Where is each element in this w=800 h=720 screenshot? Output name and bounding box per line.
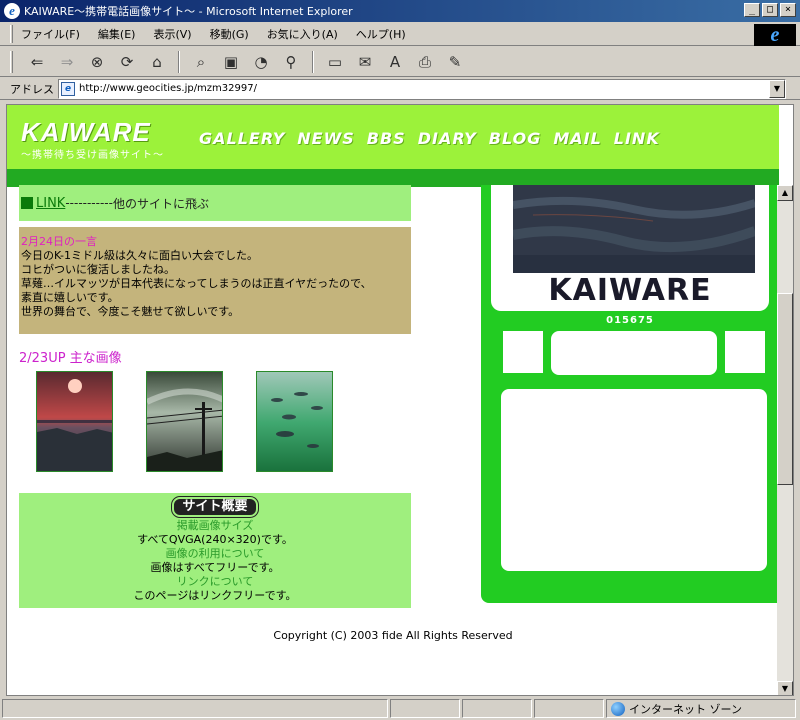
site-logo[interactable]: KAIWARE ～携帯待ち受け画像サイト～ xyxy=(21,117,164,161)
fullscreen-icon[interactable]: ▭ xyxy=(323,50,347,74)
menu-view[interactable]: 表示(V) xyxy=(153,26,191,42)
status-pane xyxy=(534,699,604,718)
about-box: サイト概要 掲載画像サイズ すべてQVGA(240×320)です。 画像の利用に… xyxy=(19,493,411,608)
toolbar-separator xyxy=(178,50,180,73)
scroll-thumb[interactable] xyxy=(777,293,793,485)
about-text: このページはリンクフリーです。 xyxy=(133,589,297,602)
logo-tagline: ～携帯待ち受け画像サイト～ xyxy=(21,150,164,161)
copyright: Copyright (C) 2003 fide All Rights Reser… xyxy=(273,629,513,642)
stop-icon[interactable]: ⊗ xyxy=(85,50,109,74)
featured-photo[interactable] xyxy=(513,185,755,273)
minimize-button[interactable]: _ xyxy=(744,3,760,17)
page-icon: e xyxy=(61,81,75,96)
menu-file[interactable]: ファイル(F) xyxy=(21,26,80,42)
page-viewport: KAIWARE ～携帯待ち受け画像サイト～ GALLERY NEWS BBS D… xyxy=(6,104,794,696)
favorites-icon[interactable]: ▣ xyxy=(219,50,243,74)
link-section: LINK ----------- 他のサイトに飛ぶ xyxy=(19,185,411,221)
sunset-thumbnail[interactable] xyxy=(36,371,113,472)
channels-icon[interactable]: ⚲ xyxy=(279,50,303,74)
about-heading: 画像の利用について xyxy=(165,547,265,560)
gallery-title: 2/23UP 主な画像 xyxy=(19,351,122,366)
window-title: KAIWARE～携帯電話画像サイト～ - Microsoft Internet … xyxy=(24,5,353,18)
address-label: アドレス xyxy=(10,82,54,96)
status-pane xyxy=(462,699,532,718)
zone-pane: インターネット ゾーン xyxy=(606,699,796,718)
font-icon[interactable]: A xyxy=(383,50,407,74)
nav-news[interactable]: NEWS xyxy=(297,129,355,148)
news-title: 2月24日の一言 xyxy=(21,235,97,248)
sidebar-box-left xyxy=(503,331,543,373)
nav-bbs[interactable]: BBS xyxy=(367,129,406,148)
about-heading: 掲載画像サイズ xyxy=(176,519,254,532)
access-counter: 015675 xyxy=(606,315,654,326)
link-description: 他のサイトに飛ぶ xyxy=(112,196,209,211)
globe-icon xyxy=(611,701,625,716)
link-dashes: ----------- xyxy=(65,196,113,210)
nav-mail[interactable]: MAIL xyxy=(553,129,601,148)
about-text: すべてQVGA(240×320)です。 xyxy=(137,533,293,546)
address-url[interactable]: http://www.geocities.jp/mzm32997/ xyxy=(79,83,257,94)
news-line: 素直に嬉しいです。 xyxy=(21,291,119,304)
status-pane xyxy=(390,699,460,718)
vertical-scrollbar[interactable]: ▲ ▼ xyxy=(777,185,793,695)
address-bar: アドレス e http://www.geocities.jp/mzm32997/… xyxy=(0,78,800,100)
nav-gallery[interactable]: GALLERY xyxy=(199,129,285,148)
toolbar-grip xyxy=(10,50,13,73)
menu-go[interactable]: 移動(G) xyxy=(210,26,249,42)
scroll-up-icon[interactable]: ▲ xyxy=(777,185,793,201)
news-line: 今日のK-1ミドル級は久々に面白い大会でした。 xyxy=(21,249,259,262)
edit-icon[interactable]: ✎ xyxy=(443,50,467,74)
news-line: コヒがついに復活しましたね。 xyxy=(21,263,175,276)
scroll-down-icon[interactable]: ▼ xyxy=(777,681,793,695)
home-icon[interactable]: ⌂ xyxy=(145,50,169,74)
nav-link[interactable]: LINK xyxy=(614,129,660,148)
featured-photo-card: KAIWARE xyxy=(491,185,769,311)
status-bar: インターネット ゾーン xyxy=(0,697,800,720)
site-header: KAIWARE ～携帯待ち受け画像サイト～ GALLERY NEWS BBS D… xyxy=(7,105,779,187)
sidebar-box-right xyxy=(725,331,765,373)
print-icon[interactable]: ⎙ xyxy=(413,50,437,74)
menu-favorites[interactable]: お気に入り(A) xyxy=(267,26,338,42)
menu-edit[interactable]: 編集(E) xyxy=(98,26,136,42)
zone-label: インターネット ゾーン xyxy=(629,702,742,716)
site-nav: GALLERY NEWS BBS DIARY BLOG MAIL LINK xyxy=(199,129,660,148)
back-icon[interactable]: ⇐ xyxy=(25,50,49,74)
menu-bar: ファイル(F) 編集(E) 表示(V) 移動(G) お気に入り(A) ヘルプ(H… xyxy=(0,22,800,46)
title-bar: e KAIWARE～携帯電話画像サイト～ - Microsoft Interne… xyxy=(0,0,800,22)
about-text: 画像はすべてフリーです。 xyxy=(150,561,280,574)
logo-text: KAIWARE xyxy=(21,117,151,147)
forward-icon[interactable]: ⇒ xyxy=(55,50,79,74)
sidebar-box-center xyxy=(551,331,717,375)
toolbar-separator xyxy=(312,50,314,73)
address-input[interactable]: e http://www.geocities.jp/mzm32997/ ▼ xyxy=(58,78,786,99)
toolbar: ⇐ ⇒ ⊗ ⟳ ⌂ ⌕ ▣ ◔ ⚲ ▭ ✉ A ⎙ ✎ xyxy=(0,47,800,77)
menu-help[interactable]: ヘルプ(H) xyxy=(356,26,406,42)
fish-thumbnail[interactable] xyxy=(256,371,333,472)
news-line: 世界の舞台で、今度こそ魅せて欲しいです。 xyxy=(21,305,240,318)
news-line: 草薙…イルマッツが日本代表になってしまうのは正直イヤだったので、 xyxy=(21,277,372,290)
menu-grip xyxy=(10,24,13,43)
link-anchor[interactable]: LINK xyxy=(36,196,65,211)
ie-throbber-icon: e xyxy=(754,24,796,46)
mail-icon[interactable]: ✉ xyxy=(353,50,377,74)
maximize-button[interactable]: □ xyxy=(762,3,778,17)
about-title: サイト概要 xyxy=(171,496,259,518)
news-box: 2月24日の一言 今日のK-1ミドル級は久々に面白い大会でした。 コヒがついに復… xyxy=(19,227,411,334)
status-text-pane xyxy=(2,699,388,718)
utility-pole-thumbnail[interactable] xyxy=(146,371,223,472)
address-dropdown-icon[interactable]: ▼ xyxy=(769,79,785,98)
square-bullet-icon xyxy=(21,197,33,209)
ie-icon: e xyxy=(4,3,20,19)
sidebar-content-box xyxy=(501,389,767,571)
nav-blog[interactable]: BLOG xyxy=(489,129,542,148)
sidebar: KAIWARE 015675 xyxy=(481,185,779,603)
search-icon[interactable]: ⌕ xyxy=(189,50,213,74)
nav-diary[interactable]: DIARY xyxy=(418,129,477,148)
close-button[interactable]: × xyxy=(780,3,796,17)
history-icon[interactable]: ◔ xyxy=(249,50,273,74)
refresh-icon[interactable]: ⟳ xyxy=(115,50,139,74)
sidebar-kaiware-mark: KAIWARE xyxy=(548,273,712,308)
about-heading: リンクについて xyxy=(176,575,254,588)
